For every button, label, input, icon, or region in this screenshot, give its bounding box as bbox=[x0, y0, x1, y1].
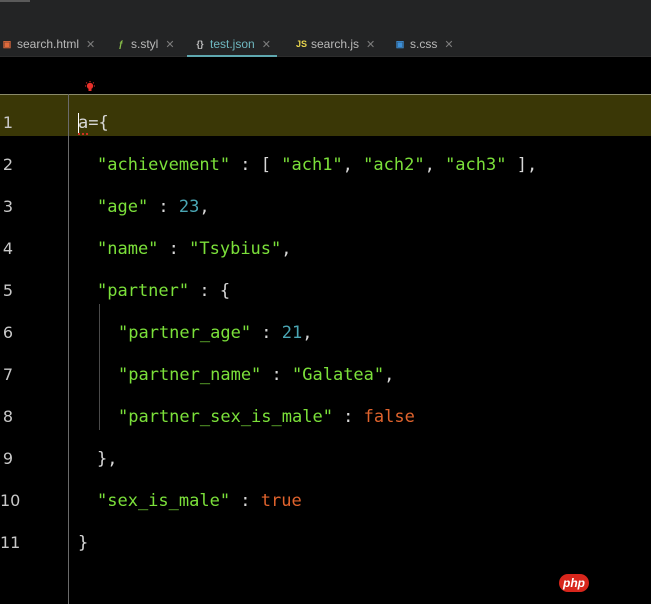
tab-label: search.js bbox=[311, 37, 360, 51]
line-number: 1 bbox=[2, 113, 14, 132]
punctuation: : bbox=[230, 491, 261, 511]
punctuation: , bbox=[199, 197, 210, 217]
tab-bar-top-indicator bbox=[0, 0, 30, 2]
json-number: 23 bbox=[178, 197, 200, 217]
punctuation: , bbox=[384, 365, 395, 385]
tab-label: s.styl bbox=[131, 37, 159, 51]
punctuation: : bbox=[261, 365, 293, 385]
json-key: "partner" bbox=[97, 281, 190, 301]
punctuation: ={ bbox=[88, 113, 109, 133]
variable-name: a bbox=[78, 113, 89, 135]
line-number: 8 bbox=[2, 407, 14, 426]
php-watermark-logo: php bbox=[559, 574, 589, 592]
code-text: "name" : "Tsybius", bbox=[97, 228, 292, 270]
tab-test-json[interactable]: {} test.json ✕ bbox=[187, 34, 277, 57]
js-file-icon: JS bbox=[296, 39, 308, 49]
punctuation: : [ bbox=[230, 155, 282, 175]
line-number: 9 bbox=[2, 449, 14, 468]
code-line[interactable]: 4 "name" : "Tsybius", bbox=[0, 228, 651, 270]
punctuation: , bbox=[281, 239, 292, 259]
code-text: }, bbox=[97, 438, 117, 480]
punctuation: : bbox=[148, 197, 179, 217]
line-number: 3 bbox=[2, 197, 14, 216]
json-string: "ach3" bbox=[445, 155, 507, 175]
close-icon[interactable]: ✕ bbox=[86, 38, 95, 51]
line-number: 6 bbox=[2, 323, 14, 342]
code-line[interactable]: 2 "achievement" : [ "ach1", "ach2", "ach… bbox=[0, 144, 651, 186]
json-string: "ach1" bbox=[281, 155, 343, 175]
punctuation: : bbox=[158, 239, 190, 259]
line-number: 7 bbox=[2, 365, 14, 384]
punctuation: } bbox=[78, 533, 89, 553]
code-line[interactable]: 10 "sex_is_male" : true bbox=[0, 480, 651, 522]
code-line[interactable]: 1 a={ bbox=[0, 102, 651, 144]
json-key: "partner_name" bbox=[118, 365, 262, 385]
tab-s-css[interactable]: ▣ s.css ✕ bbox=[395, 34, 454, 54]
code-editor[interactable]: 1 a={ 2 "achievement" : [ "ach1", "ach2"… bbox=[0, 57, 651, 604]
code-line[interactable]: 3 "age" : 23, bbox=[0, 186, 651, 228]
code-line[interactable]: 8 "partner_sex_is_male" : false bbox=[0, 396, 651, 438]
code-text: "partner_sex_is_male" : false bbox=[118, 396, 415, 438]
code-text: a={ bbox=[78, 102, 109, 144]
code-text: "sex_is_male" : true bbox=[97, 480, 302, 522]
code-line[interactable]: 9 }, bbox=[0, 438, 651, 480]
line-number: 4 bbox=[2, 239, 14, 258]
tab-label: s.css bbox=[410, 37, 438, 51]
css-file-icon: ▣ bbox=[395, 38, 405, 49]
json-boolean: false bbox=[363, 407, 415, 427]
tab-label: test.json bbox=[210, 37, 255, 51]
json-key: "partner_age" bbox=[118, 323, 252, 343]
punctuation: : bbox=[332, 407, 364, 427]
close-icon[interactable]: ✕ bbox=[444, 38, 453, 51]
punctuation: , bbox=[302, 323, 313, 343]
tab-label: search.html bbox=[17, 37, 80, 51]
json-string: "Galatea" bbox=[292, 365, 385, 385]
json-string: "Tsybius" bbox=[189, 239, 282, 259]
code-line[interactable]: 7 "partner_name" : "Galatea", bbox=[0, 354, 651, 396]
punctuation: }, bbox=[97, 449, 118, 469]
line-number: 10 bbox=[0, 491, 21, 510]
close-icon[interactable]: ✕ bbox=[366, 38, 375, 51]
punctuation: , bbox=[424, 155, 446, 175]
code-line[interactable]: 5 "partner" : { bbox=[0, 270, 651, 312]
line-number: 5 bbox=[2, 281, 14, 300]
html-file-icon: ▣ bbox=[2, 38, 12, 49]
line-number: 2 bbox=[2, 155, 14, 174]
json-key: "name" bbox=[97, 239, 159, 259]
code-line[interactable]: 11 } bbox=[0, 522, 651, 564]
json-key: "age" bbox=[97, 197, 149, 217]
punctuation: : { bbox=[189, 281, 231, 301]
code-text: "achievement" : [ "ach1", "ach2", "ach3"… bbox=[97, 144, 537, 186]
json-key: "achievement" bbox=[97, 155, 231, 175]
punctuation: , bbox=[342, 155, 364, 175]
code-text: "partner" : { bbox=[97, 270, 230, 312]
close-icon[interactable]: ✕ bbox=[165, 38, 174, 51]
code-text: "partner_name" : "Galatea", bbox=[118, 354, 394, 396]
json-key: "partner_sex_is_male" bbox=[118, 407, 333, 427]
tab-s-styl[interactable]: ƒ s.styl ✕ bbox=[116, 34, 174, 54]
json-key: "sex_is_male" bbox=[97, 491, 231, 511]
tab-bar: ▣ search.html ✕ ƒ s.styl ✕ {} test.json … bbox=[0, 0, 651, 57]
punctuation: : bbox=[251, 323, 282, 343]
json-file-icon: {} bbox=[196, 39, 204, 49]
code-line[interactable]: 6 "partner_age" : 21, bbox=[0, 312, 651, 354]
tab-search-html[interactable]: ▣ search.html ✕ bbox=[2, 34, 96, 54]
code-text: } bbox=[78, 522, 88, 564]
json-number: 21 bbox=[281, 323, 303, 343]
stylus-file-icon: ƒ bbox=[118, 39, 124, 49]
punctuation: ], bbox=[506, 155, 538, 175]
code-text: "age" : 23, bbox=[97, 186, 210, 228]
line-number: 11 bbox=[0, 533, 21, 552]
editor-window: ▣ search.html ✕ ƒ s.styl ✕ {} test.json … bbox=[0, 0, 651, 604]
json-string: "ach2" bbox=[363, 155, 425, 175]
code-text: "partner_age" : 21, bbox=[118, 312, 313, 354]
tab-search-js[interactable]: JS search.js ✕ bbox=[296, 34, 375, 54]
lightbulb-icon[interactable] bbox=[84, 81, 96, 93]
json-boolean: true bbox=[260, 491, 302, 511]
close-icon[interactable]: ✕ bbox=[262, 38, 271, 51]
